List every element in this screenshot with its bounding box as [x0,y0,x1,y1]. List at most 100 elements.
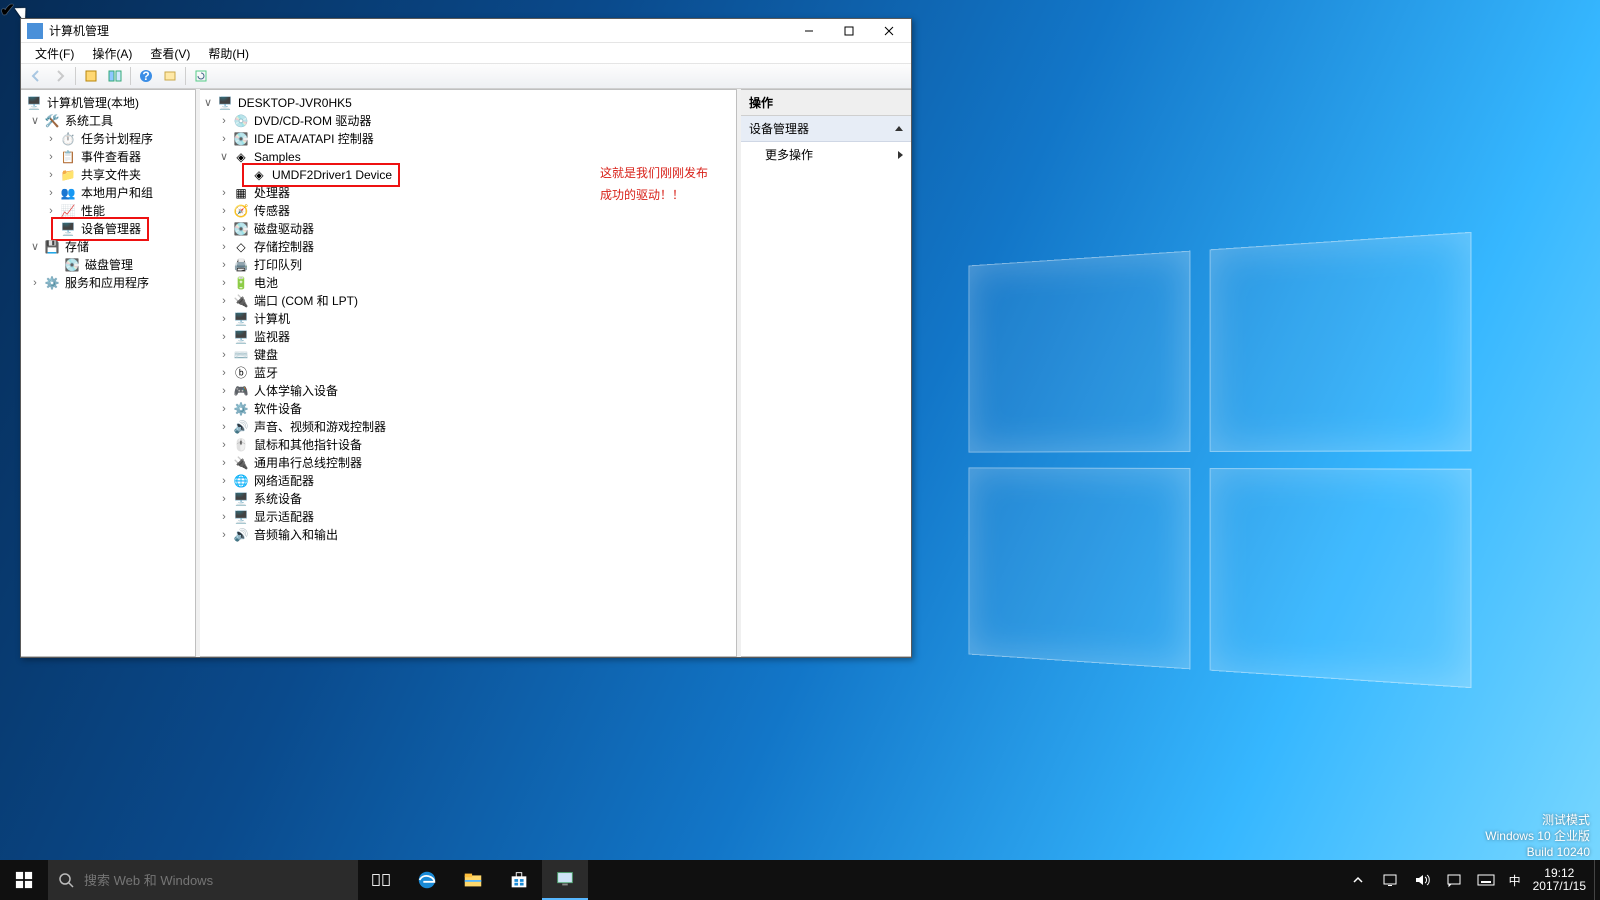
menu-file[interactable]: 文件(F) [27,44,82,63]
tree-item[interactable]: 任务计划程序 [79,130,155,148]
tray-overflow-icon[interactable] [1349,871,1367,889]
device-category[interactable]: 传感器 [252,202,292,220]
expand-icon[interactable]: › [218,382,230,400]
tray-ime-indicator[interactable]: 中 [1509,871,1521,889]
device-category[interactable]: 蓝牙 [252,364,280,382]
tray-notifications-icon[interactable] [1445,871,1463,889]
toolbar-help-button[interactable]: ? [135,66,157,86]
device-category[interactable]: 磁盘驱动器 [252,220,316,238]
device-category[interactable]: 人体学输入设备 [252,382,340,400]
expand-icon[interactable]: › [218,400,230,418]
device-category[interactable]: DVD/CD-ROM 驱动器 [252,112,373,130]
expand-icon[interactable]: › [45,184,57,202]
expand-icon[interactable]: › [218,364,230,382]
taskbar-app-store[interactable] [496,860,542,900]
tree-item[interactable]: 磁盘管理 [83,256,135,274]
tree-item[interactable]: 本地用户和组 [79,184,155,202]
expand-icon[interactable]: › [218,328,230,346]
taskbar-search-input[interactable] [84,873,348,888]
device-item-umdf[interactable]: UMDF2Driver1 Device [270,166,394,184]
expand-icon[interactable]: ∨ [218,148,230,166]
tree-item[interactable]: 事件查看器 [79,148,143,166]
taskbar-clock[interactable]: 19:12 2017/1/15 [1525,860,1594,900]
device-category[interactable]: 计算机 [252,310,292,328]
toolbar-show-hide-tree-button[interactable] [104,66,126,86]
maximize-button[interactable] [829,19,869,43]
tray-keyboard-icon[interactable] [1477,871,1495,889]
device-category[interactable]: 鼠标和其他指针设备 [252,436,364,454]
expand-icon[interactable]: › [218,274,230,292]
tree-storage[interactable]: 存储 [63,238,91,256]
taskbar-app-computer-mgmt[interactable] [542,860,588,900]
expand-icon[interactable]: › [218,436,230,454]
toolbar-view-button[interactable] [159,66,181,86]
expand-icon[interactable]: ∨ [29,238,41,256]
tree-root[interactable]: 计算机管理(本地) [45,94,141,112]
task-view-button[interactable] [358,860,404,900]
toolbar-properties-button[interactable] [80,66,102,86]
nav-forward-button[interactable] [49,66,71,86]
toolbar-refresh-button[interactable] [190,66,212,86]
expand-icon[interactable]: › [218,310,230,328]
expand-icon[interactable]: › [218,292,230,310]
taskbar-search[interactable] [48,860,358,900]
expand-icon[interactable]: › [218,508,230,526]
console-tree-pane[interactable]: 🖥️计算机管理(本地) ∨🛠️系统工具 ›⏱️任务计划程序 ›📋事件查看器 ›📁… [21,89,196,657]
expand-icon[interactable]: › [218,526,230,544]
menu-help[interactable]: 帮助(H) [200,44,257,63]
tree-services[interactable]: 服务和应用程序 [63,274,151,292]
tray-volume-icon[interactable] [1413,871,1431,889]
expand-icon[interactable]: › [218,418,230,436]
nav-back-button[interactable] [25,66,47,86]
expand-icon[interactable]: › [218,454,230,472]
expand-icon[interactable]: › [218,490,230,508]
device-category[interactable]: 显示适配器 [252,508,316,526]
expand-icon[interactable]: › [218,346,230,364]
expand-icon[interactable]: › [218,112,230,130]
menu-action[interactable]: 操作(A) [84,44,140,63]
device-category[interactable]: 键盘 [252,346,280,364]
start-button[interactable] [0,860,48,900]
device-category[interactable]: 监视器 [252,328,292,346]
device-category[interactable]: 打印队列 [252,256,304,274]
device-category[interactable]: 网络适配器 [252,472,316,490]
menu-view[interactable]: 查看(V) [142,44,198,63]
device-category[interactable]: IDE ATA/ATAPI 控制器 [252,130,376,148]
device-category[interactable]: 端口 (COM 和 LPT) [252,292,360,310]
expand-icon[interactable]: › [45,148,57,166]
expand-icon[interactable]: › [45,166,57,184]
expand-icon[interactable]: › [218,472,230,490]
tree-item[interactable]: 共享文件夹 [79,166,143,184]
device-category[interactable]: 系统设备 [252,490,304,508]
expand-icon[interactable]: › [218,184,230,202]
expand-icon[interactable]: › [218,238,230,256]
device-category[interactable]: 处理器 [252,184,292,202]
expand-icon[interactable]: › [218,202,230,220]
device-category[interactable]: 音频输入和输出 [252,526,340,544]
expand-icon[interactable]: › [218,256,230,274]
expand-icon[interactable]: › [45,130,57,148]
expand-icon[interactable]: ∨ [29,112,41,130]
taskbar-app-explorer[interactable] [450,860,496,900]
device-category[interactable]: 软件设备 [252,400,304,418]
tray-network-icon[interactable] [1381,871,1399,889]
close-button[interactable] [869,19,909,43]
tree-device-manager[interactable]: 设备管理器 [79,220,143,238]
expand-icon[interactable]: › [29,274,41,292]
show-desktop-button[interactable] [1594,860,1600,900]
device-category[interactable]: 声音、视频和游戏控制器 [252,418,388,436]
taskbar-app-edge[interactable] [404,860,450,900]
device-category[interactable]: 电池 [252,274,280,292]
expand-icon[interactable]: ∨ [202,94,214,112]
tree-system-tools[interactable]: 系统工具 [63,112,115,130]
device-category[interactable]: 存储控制器 [252,238,316,256]
device-root[interactable]: DESKTOP-JVR0HK5 [236,94,354,112]
expand-icon[interactable]: › [218,130,230,148]
actions-more[interactable]: 更多操作 [741,142,911,167]
titlebar[interactable]: 计算机管理 [21,19,911,43]
device-category[interactable]: 通用串行总线控制器 [252,454,364,472]
collapse-icon[interactable] [895,126,903,131]
device-tree-pane[interactable]: ∨🖥️DESKTOP-JVR0HK5›💿DVD/CD-ROM 驱动器›💽IDE … [200,89,737,657]
minimize-button[interactable] [789,19,829,43]
expand-icon[interactable]: › [218,220,230,238]
